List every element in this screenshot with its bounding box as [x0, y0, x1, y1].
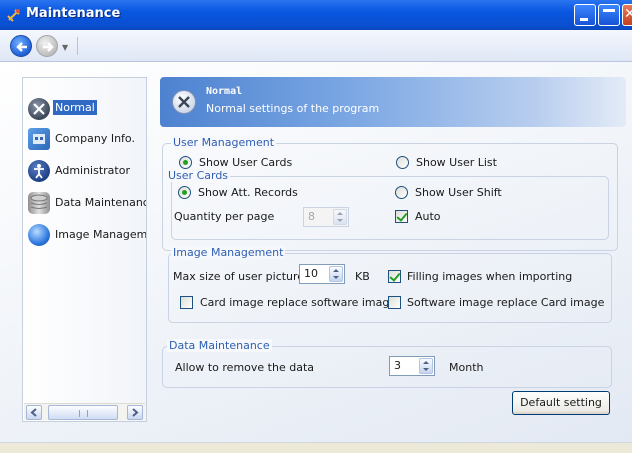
window-title: Maintenance [26, 6, 121, 21]
settings-panel: Normal Normal settings of the program Us… [160, 77, 626, 432]
card-replace-software-label[interactable]: Card image replace software image [200, 296, 396, 309]
database-icon [28, 192, 50, 214]
remove-data-unit: Month [449, 361, 484, 374]
main-area: Normal Company Info. Administrator Data … [0, 62, 632, 442]
sidebar-item-label: Normal [53, 100, 97, 115]
back-arrow-icon [16, 42, 27, 52]
software-replace-card-checkbox[interactable] [388, 296, 401, 309]
user-cards-group: User Cards Show Att. Records Show User S… [166, 169, 609, 240]
remove-data-label: Allow to remove the data [175, 361, 314, 374]
sidebar-item-company-info[interactable]: Company Info. [25, 126, 146, 152]
auto-label[interactable]: Auto [415, 210, 441, 223]
sidebar-item-label: Image Management [55, 228, 146, 241]
quantity-value: 8 [308, 210, 315, 223]
filling-images-label[interactable]: Filling images when importing [407, 270, 572, 283]
back-button[interactable] [10, 35, 32, 57]
close-icon: ✕ [624, 6, 632, 22]
status-strip [0, 442, 632, 453]
auto-checkbox[interactable] [395, 210, 408, 223]
quantity-per-page-label: Quantity per page [174, 210, 275, 223]
sidebar-item-image-management[interactable]: Image Management [25, 222, 146, 248]
page-header: Normal Normal settings of the program [160, 77, 626, 127]
chevron-right-icon [132, 408, 139, 417]
show-user-list-label[interactable]: Show User List [416, 156, 497, 169]
show-user-cards-label[interactable]: Show User Cards [199, 156, 292, 169]
stepper-arrows-icon[interactable] [333, 209, 347, 225]
minimize-button[interactable] [574, 4, 596, 26]
image-icon [28, 224, 50, 246]
scroll-left-button[interactable] [26, 405, 42, 420]
user-management-legend: User Management [171, 136, 277, 149]
minimize-icon [580, 18, 588, 21]
card-replace-software-checkbox[interactable] [180, 296, 193, 309]
user-cards-legend: User Cards [166, 169, 231, 182]
title-bar[interactable]: Maintenance ✕ [0, 0, 632, 30]
default-setting-button[interactable]: Default setting [512, 391, 610, 415]
chevron-left-icon [30, 408, 37, 417]
administrator-icon [28, 160, 50, 182]
show-user-shift-radio[interactable] [395, 186, 408, 199]
forward-arrow-icon [43, 42, 54, 52]
image-management-legend: Image Management [171, 246, 286, 259]
show-user-cards-radio[interactable] [179, 156, 192, 169]
stepper-arrows-icon[interactable] [329, 266, 343, 282]
image-management-group: Image Management Max size of user pictur… [168, 246, 612, 323]
show-user-list-radio[interactable] [396, 156, 409, 169]
scroll-thumb[interactable] [48, 405, 118, 420]
stepper-arrows-icon[interactable] [419, 358, 433, 374]
quantity-per-page-stepper[interactable]: 8 [303, 207, 349, 227]
user-management-group: User Management Show User Cards Show Use… [162, 136, 618, 251]
toolbar-separator [77, 37, 78, 55]
show-att-records-label[interactable]: Show Att. Records [198, 186, 298, 199]
maintenance-icon [7, 9, 20, 22]
forward-button[interactable] [36, 35, 58, 57]
show-att-records-radio[interactable] [178, 186, 191, 199]
sidebar-item-label: Data Maintenance [55, 196, 146, 209]
close-button[interactable]: ✕ [622, 4, 632, 26]
sidebar-item-normal[interactable]: Normal [25, 96, 146, 122]
scroll-right-button[interactable] [127, 405, 143, 420]
show-user-shift-label[interactable]: Show User Shift [415, 186, 502, 199]
sidebar-item-data-maintenance[interactable]: Data Maintenance [25, 190, 146, 216]
max-size-value: 10 [304, 267, 318, 280]
sidebar: Normal Company Info. Administrator Data … [22, 77, 147, 422]
software-replace-card-label[interactable]: Software image replace Card image [407, 296, 604, 309]
remove-data-value: 3 [394, 359, 401, 372]
history-dropdown-icon[interactable]: ▼ [62, 43, 68, 52]
data-maintenance-group: Data Maintenance Allow to remove the dat… [162, 339, 612, 388]
sidebar-item-label: Administrator [55, 164, 130, 177]
page-subtitle: Normal settings of the program [206, 102, 380, 115]
data-maintenance-legend: Data Maintenance [167, 339, 272, 352]
sidebar-item-administrator[interactable]: Administrator [25, 158, 146, 184]
max-size-unit: KB [355, 270, 370, 283]
max-size-label: Max size of user picture [173, 270, 305, 283]
sidebar-item-label: Company Info. [55, 132, 135, 145]
maximize-button[interactable] [598, 4, 620, 26]
max-size-stepper[interactable]: 10 [299, 264, 345, 284]
company-icon [28, 128, 50, 150]
tools-icon [28, 98, 50, 120]
page-title: Normal [206, 86, 243, 97]
settings-icon [172, 90, 196, 114]
maximize-icon [603, 9, 615, 12]
remove-data-stepper[interactable]: 3 [389, 356, 435, 376]
toolbar: ▼ [0, 30, 632, 62]
horizontal-scrollbar[interactable] [24, 403, 145, 420]
filling-images-checkbox[interactable] [388, 270, 401, 283]
